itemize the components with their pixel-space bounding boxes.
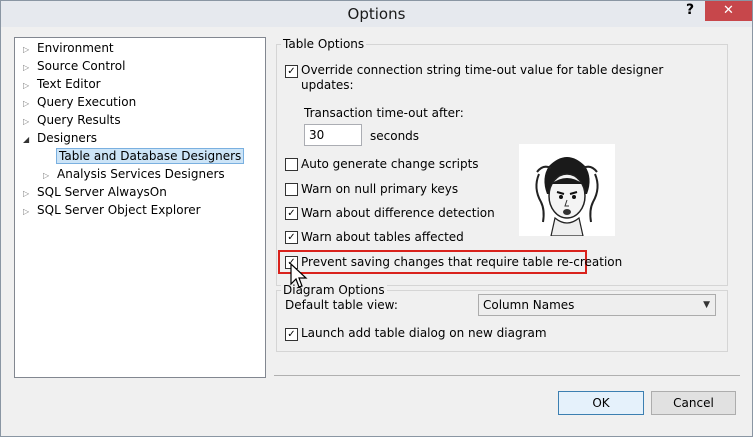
ok-button[interactable]: OK bbox=[558, 391, 644, 415]
warn-difference-checkbox[interactable]: ✓ bbox=[285, 207, 298, 220]
tree-item-query-results[interactable]: ▷ Query Results bbox=[23, 111, 121, 129]
tree-item-source-control[interactable]: ▷ Source Control bbox=[23, 57, 125, 75]
override-timeout-label: Override connection string time-out valu… bbox=[301, 63, 664, 77]
default-table-view-value: Column Names bbox=[483, 298, 575, 312]
default-table-view-select[interactable]: Column Names ▼ bbox=[478, 294, 716, 316]
tree-item-analysis-services-designers[interactable]: ▷ Analysis Services Designers bbox=[43, 165, 225, 183]
dialog-title: Options bbox=[347, 5, 406, 23]
override-timeout-checkbox[interactable]: ✓ bbox=[285, 65, 298, 78]
options-dialog: Options ? ✕ ▷ Environment ▷ Source Control… bbox=[0, 0, 753, 437]
meme-illustration bbox=[519, 144, 615, 236]
launch-add-table-checkbox[interactable]: ✓ bbox=[285, 328, 298, 341]
launch-add-table-label: Launch add table dialog on new diagram bbox=[301, 326, 547, 340]
transaction-timeout-label: Transaction time-out after: bbox=[304, 106, 464, 120]
auto-generate-checkbox[interactable] bbox=[285, 158, 298, 171]
tree-item-designers[interactable]: ◢ Designers bbox=[23, 129, 97, 147]
options-tree[interactable]: ▷ Environment ▷ Source Control ▷ Text Edito… bbox=[14, 37, 266, 378]
close-button[interactable]: ✕ bbox=[705, 1, 752, 21]
seconds-label: seconds bbox=[370, 129, 420, 143]
warn-null-pk-label: Warn on null primary keys bbox=[301, 182, 459, 196]
tree-item-environment[interactable]: ▷ Environment bbox=[23, 39, 114, 57]
close-icon: ✕ bbox=[723, 3, 734, 18]
chevron-down-icon: ▼ bbox=[703, 300, 710, 310]
table-options-label: Table Options bbox=[281, 37, 367, 51]
auto-generate-label: Auto generate change scripts bbox=[301, 157, 479, 171]
title-bar[interactable]: Options ? ✕ bbox=[1, 1, 752, 27]
tree-item-query-execution[interactable]: ▷ Query Execution bbox=[23, 93, 136, 111]
expand-arrow-icon[interactable]: ▷ bbox=[23, 203, 37, 221]
separator bbox=[274, 375, 740, 376]
mouse-cursor-icon bbox=[290, 263, 308, 288]
tree-item-sql-server-alwayson[interactable]: ▷ SQL Server AlwaysOn bbox=[23, 183, 167, 201]
default-table-view-label: Default table view: bbox=[285, 298, 398, 312]
warn-tables-affected-checkbox[interactable]: ✓ bbox=[285, 231, 298, 244]
help-button[interactable]: ? bbox=[682, 2, 698, 22]
tree-item-table-and-database-designers[interactable]: Table and Database Designers bbox=[55, 147, 245, 165]
warn-difference-label: Warn about difference detection bbox=[301, 206, 495, 220]
warn-null-pk-checkbox[interactable] bbox=[285, 183, 298, 196]
override-timeout-label-cont: updates: bbox=[301, 78, 354, 92]
timeout-input[interactable]: 30 bbox=[304, 124, 362, 146]
warn-tables-affected-label: Warn about tables affected bbox=[301, 230, 464, 244]
tree-item-sql-server-object-explorer[interactable]: ▷ SQL Server Object Explorer bbox=[23, 201, 201, 219]
prevent-saving-label: Prevent saving changes that require tabl… bbox=[301, 255, 623, 269]
tree-item-text-editor[interactable]: ▷ Text Editor bbox=[23, 75, 101, 93]
cancel-button[interactable]: Cancel bbox=[651, 391, 736, 415]
collapse-arrow-icon[interactable]: ◢ bbox=[23, 131, 37, 149]
